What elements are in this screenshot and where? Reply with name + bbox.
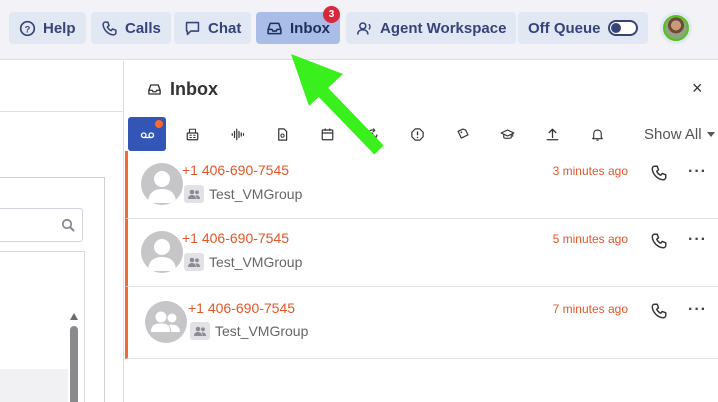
person-avatar (141, 231, 183, 273)
caller-number[interactable]: +1 406-690-7545 (182, 230, 289, 246)
more-options-icon[interactable]: ··· (688, 231, 707, 249)
queue-label: Off Queue (528, 19, 601, 37)
person-icon (148, 239, 176, 271)
scroll-thumb[interactable] (70, 326, 78, 402)
divider (0, 111, 124, 112)
group-avatar (145, 301, 187, 343)
inbox-label: Inbox (290, 19, 330, 37)
filter-tags[interactable] (443, 117, 481, 151)
queue-group-name: Test_VMGroup (209, 254, 303, 270)
queue-group-name: Test_VMGroup (209, 186, 303, 202)
callback-icon (366, 127, 378, 140)
inbox-count-badge: 3 (323, 6, 340, 23)
search-input[interactable] (0, 208, 83, 242)
document-icon (277, 127, 287, 141)
queue-toggle[interactable]: Off Queue (518, 12, 648, 44)
page-title: Inbox (170, 79, 218, 99)
calendar-icon (321, 128, 333, 140)
more-options-icon[interactable]: ··· (688, 163, 707, 181)
group-icon (151, 311, 180, 332)
agent-workspace-label: Agent Workspace (380, 19, 507, 37)
scrollbar[interactable] (70, 313, 78, 402)
filter-callbacks[interactable] (353, 117, 391, 151)
filter-alerts[interactable] (398, 117, 436, 151)
show-all-dropdown[interactable]: Show All (644, 126, 715, 143)
list-item[interactable]: +1 406-690-7545 Test_VMGroup 3 minutes a… (125, 151, 718, 219)
inbox-panel: Inbox × Show All +1 406-690-7545 Test_VM… (125, 61, 718, 402)
queue-switch[interactable] (607, 20, 638, 36)
help-button[interactable]: ? Help (9, 12, 86, 44)
list-row-placeholder (0, 369, 68, 402)
phone-icon[interactable] (650, 232, 668, 250)
chevron-down-icon (706, 132, 715, 137)
caller-number[interactable]: +1 406-690-7545 (182, 162, 289, 178)
filter-fax[interactable] (173, 117, 211, 151)
chat-button[interactable]: Chat (174, 12, 252, 44)
group-icon (184, 253, 204, 271)
inbox-icon (267, 22, 282, 34)
upload-icon (546, 128, 558, 140)
filter-notifications[interactable] (578, 117, 616, 151)
avatar (663, 15, 689, 41)
help-label: Help (43, 19, 76, 37)
agent-workspace-button[interactable]: Agent Workspace (346, 12, 517, 44)
phone-icon (102, 20, 117, 36)
inbox-button[interactable]: Inbox 3 (256, 6, 340, 44)
recording-icon (231, 128, 244, 140)
list-item[interactable]: +1 406-690-7545 Test_VMGroup 7 minutes a… (125, 287, 718, 359)
filter-uploads[interactable] (533, 117, 571, 151)
filter-training[interactable] (488, 117, 526, 151)
user-avatar-button[interactable] (660, 12, 692, 44)
filter-calendar[interactable] (308, 117, 346, 151)
alert-icon (410, 127, 424, 141)
tag-icon (456, 127, 469, 139)
inbox-icon (148, 84, 161, 95)
group-icon (190, 322, 210, 340)
svg-text:?: ? (25, 24, 31, 34)
training-icon (500, 128, 514, 139)
inbox-filter-bar: Show All (125, 115, 718, 153)
inbox-list: +1 406-690-7545 Test_VMGroup 3 minutes a… (125, 151, 718, 359)
scroll-up-icon[interactable] (70, 313, 78, 320)
queue-group-name: Test_VMGroup (215, 323, 309, 339)
timestamp: 5 minutes ago (552, 232, 628, 246)
agent-headset-icon (356, 21, 371, 35)
list-item[interactable]: +1 406-690-7545 Test_VMGroup 5 minutes a… (125, 219, 718, 287)
bell-icon (591, 128, 603, 141)
close-icon[interactable]: × (692, 78, 703, 99)
person-avatar (141, 163, 183, 205)
calls-label: Calls (125, 19, 161, 37)
more-options-icon[interactable]: ··· (688, 301, 707, 319)
caller-number[interactable]: +1 406-690-7545 (188, 300, 295, 316)
phone-icon[interactable] (650, 164, 668, 182)
chat-label: Chat (208, 19, 242, 37)
chat-icon (185, 21, 200, 35)
fax-icon (186, 128, 198, 140)
filter-voicemail[interactable] (128, 117, 166, 151)
unread-dot (155, 120, 163, 128)
filter-recordings[interactable] (218, 117, 256, 151)
group-icon (184, 185, 204, 203)
timestamp: 7 minutes ago (552, 302, 628, 316)
help-icon: ? (19, 20, 36, 36)
calls-button[interactable]: Calls (91, 12, 171, 44)
person-icon (148, 171, 176, 203)
inbox-header: Inbox (147, 79, 218, 100)
filter-documents[interactable] (263, 117, 301, 151)
top-bar: ? Help Calls Chat Inbox 3 Agent Workspac… (0, 0, 718, 60)
phone-icon[interactable] (650, 302, 668, 320)
search-icon (61, 218, 75, 232)
left-panel (0, 61, 124, 402)
timestamp: 3 minutes ago (552, 164, 628, 178)
show-all-label: Show All (644, 126, 702, 143)
voicemail-icon (140, 131, 154, 138)
